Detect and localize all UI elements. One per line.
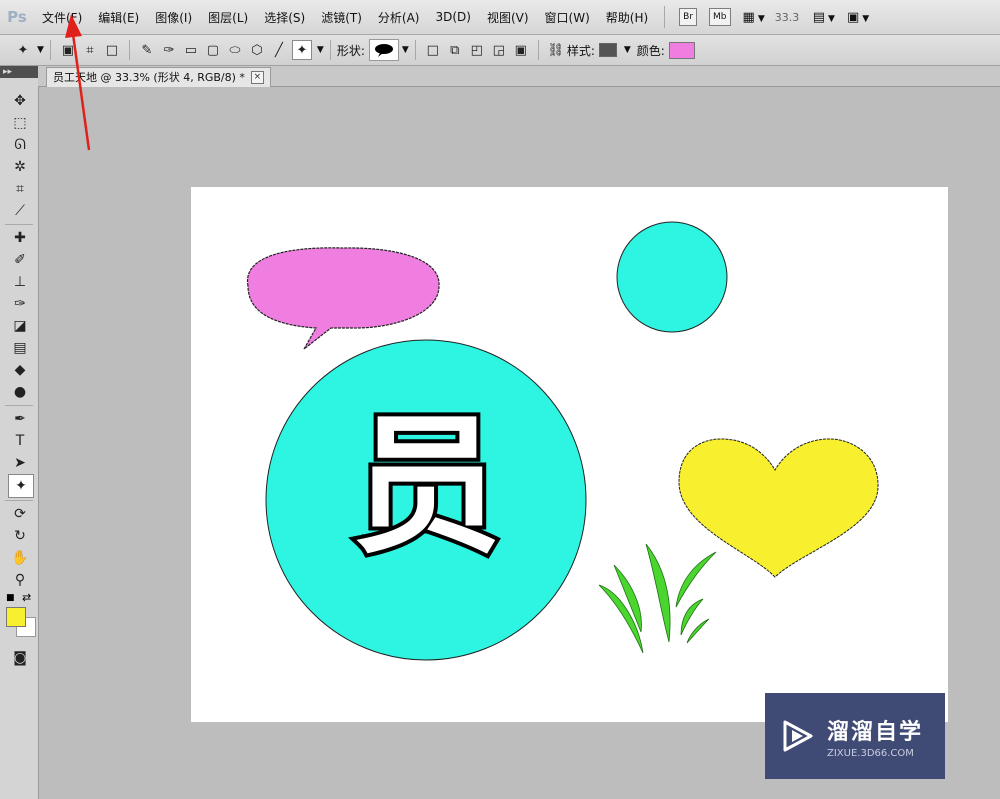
fill-color-swatch[interactable] [668, 41, 695, 59]
menu-filter[interactable]: 滤镜(T) [313, 9, 370, 26]
default-colors-icon[interactable]: ■ [6, 593, 15, 603]
pen-tool-icon[interactable]: ✎ [138, 41, 156, 59]
clone-stamp-icon[interactable]: ⊥ [8, 271, 32, 293]
lasso-tool-icon[interactable]: ᘏ [8, 134, 32, 156]
3d-orbit-icon[interactable]: ↻ [8, 525, 32, 547]
close-icon[interactable]: × [250, 71, 264, 84]
rectangle-tool-icon[interactable]: ▭ [182, 41, 200, 59]
intersect-shape-icon[interactable]: ◲ [490, 41, 508, 59]
zoom-level[interactable]: 33.3 [775, 11, 813, 24]
zoom-tool-icon[interactable]: ⚲ [8, 569, 32, 591]
glyph-text[interactable]: 员 [344, 396, 509, 578]
pen-tool-icon[interactable]: ✒ [8, 408, 32, 430]
speech-bubble-shape[interactable] [247, 247, 440, 350]
small-circle-shape[interactable] [616, 221, 728, 333]
polygon-tool-icon[interactable]: ⬡ [248, 41, 266, 59]
blur-tool-icon[interactable]: ◆ [8, 359, 32, 381]
document-tab-bar: 员工天地 @ 33.3% (形状 4, RGB/8) * × [38, 66, 1000, 87]
freeform-pen-icon[interactable]: ✑ [160, 41, 178, 59]
new-shape-layer-icon[interactable]: □ [424, 41, 442, 59]
color-swatches: ■ ⇄ [0, 591, 38, 647]
3d-rotate-icon[interactable]: ⟳ [8, 503, 32, 525]
gradient-tool-icon[interactable]: ▤ [8, 337, 32, 359]
tool-divider [5, 224, 33, 225]
panel-collapse-icon[interactable]: ▸▸ [0, 66, 38, 78]
mini-bridge-button[interactable]: Mb [709, 8, 731, 26]
foreground-color-swatch[interactable] [6, 607, 26, 627]
document-canvas[interactable]: 员 [191, 187, 948, 722]
options-divider [49, 40, 51, 60]
menu-image[interactable]: 图像(I) [147, 9, 200, 26]
tool-divider [5, 500, 33, 501]
tool-preset-picker-icon[interactable]: ✦ [14, 41, 32, 59]
options-divider [329, 40, 331, 60]
menu-view[interactable]: 视图(V) [479, 9, 537, 26]
tools-panel: ▸▸ ✥ ⬚ ᘏ ✲ ⌗ ⟋ ✚ ✐ ⊥ ✑ ◪ ▤ ◆ ● ✒ T ➤ ✦ ⟳… [0, 66, 39, 799]
screen-mode-icon[interactable]: ▣ ▼ [847, 10, 869, 25]
brush-tool-icon[interactable]: ✐ [8, 249, 32, 271]
menu-divider [664, 6, 666, 28]
link-icon[interactable]: ⛓ [547, 41, 565, 59]
shape-label: 形状: [336, 43, 365, 58]
watermark-badge: 溜溜自学 ZIXUE.3D66.COM [765, 693, 945, 779]
watermark-text: 溜溜自学 ZIXUE.3D66.COM [827, 714, 923, 759]
menu-analysis[interactable]: 分析(A) [370, 9, 428, 26]
photoshop-logo: Ps [7, 8, 27, 26]
rounded-rectangle-icon[interactable]: ▢ [204, 41, 222, 59]
eyedropper-icon[interactable]: ⟋ [8, 200, 32, 222]
add-to-shape-icon[interactable]: ⧉ [446, 41, 464, 59]
line-tool-icon[interactable]: ╱ [270, 41, 288, 59]
chevron-down-icon[interactable]: ▼ [317, 45, 324, 55]
fill-pixels-icon[interactable]: □ [103, 41, 121, 59]
menu-select[interactable]: 选择(S) [256, 9, 313, 26]
options-divider [414, 40, 416, 60]
options-divider [537, 40, 539, 60]
path-selection-icon[interactable]: ➤ [8, 452, 32, 474]
chevron-down-icon[interactable]: ▼ [624, 45, 631, 55]
type-tool-icon[interactable]: T [8, 430, 32, 452]
tool-divider [5, 405, 33, 406]
chevron-down-icon[interactable]: ▼ [402, 45, 409, 55]
grass-shape[interactable] [598, 543, 717, 654]
marquee-tool-icon[interactable]: ⬚ [8, 112, 32, 134]
exclude-shape-icon[interactable]: ▣ [512, 41, 530, 59]
bridge-button[interactable]: Br [679, 8, 698, 26]
custom-shape-tool-icon[interactable]: ✦ [291, 40, 312, 60]
eraser-tool-icon[interactable]: ◪ [8, 315, 32, 337]
shape-picker[interactable] [368, 39, 399, 61]
custom-shape-tool-icon[interactable]: ✦ [8, 474, 34, 498]
menu-window[interactable]: 窗口(W) [537, 9, 598, 26]
chevron-down-icon[interactable]: ▼ [37, 45, 44, 55]
options-divider [128, 40, 130, 60]
ellipse-tool-icon[interactable]: ⬭ [226, 41, 244, 59]
menu-layer[interactable]: 图层(L) [200, 9, 256, 26]
magic-wand-icon[interactable]: ✲ [8, 156, 32, 178]
style-label: 样式: [566, 43, 595, 58]
speech-bubble-icon [374, 44, 393, 57]
menu-3d[interactable]: 3D(D) [427, 10, 478, 24]
watermark-url: ZIXUE.3D66.COM [827, 747, 914, 759]
options-bar: ✦ ▼ ▣ ⌗ □ ✎ ✑ ▭ ▢ ⬭ ⬡ ╱ ✦ ▼ 形状: ▼ □ ⧉ ◰ … [0, 35, 1000, 66]
history-brush-icon[interactable]: ✑ [8, 293, 32, 315]
style-swatch[interactable] [598, 43, 617, 57]
subtract-shape-icon[interactable]: ◰ [468, 41, 486, 59]
menu-help[interactable]: 帮助(H) [598, 9, 656, 26]
color-label: 颜色: [636, 43, 665, 58]
dodge-tool-icon[interactable]: ● [8, 381, 32, 403]
swap-colors-icon[interactable]: ⇄ [22, 591, 31, 604]
quick-mask-icon[interactable]: ◙ [8, 647, 32, 669]
move-tool-icon[interactable]: ✥ [8, 90, 32, 112]
arrange-documents-icon[interactable]: ▤ ▼ [813, 10, 835, 25]
hand-tool-icon[interactable]: ✋ [8, 547, 32, 569]
annotation-arrow-icon [65, 14, 91, 151]
crop-tool-icon[interactable]: ⌗ [8, 178, 32, 200]
canvas-artwork [247, 221, 879, 661]
menu-bar: Ps 文件(F) 编辑(E) 图像(I) 图层(L) 选择(S) 滤镜(T) 分… [0, 0, 1000, 35]
watermark-title: 溜溜自学 [827, 719, 924, 745]
film-strip-icon[interactable]: ▦ ▼ [743, 10, 765, 25]
healing-brush-icon[interactable]: ✚ [8, 227, 32, 249]
play-logo-icon [783, 720, 813, 752]
